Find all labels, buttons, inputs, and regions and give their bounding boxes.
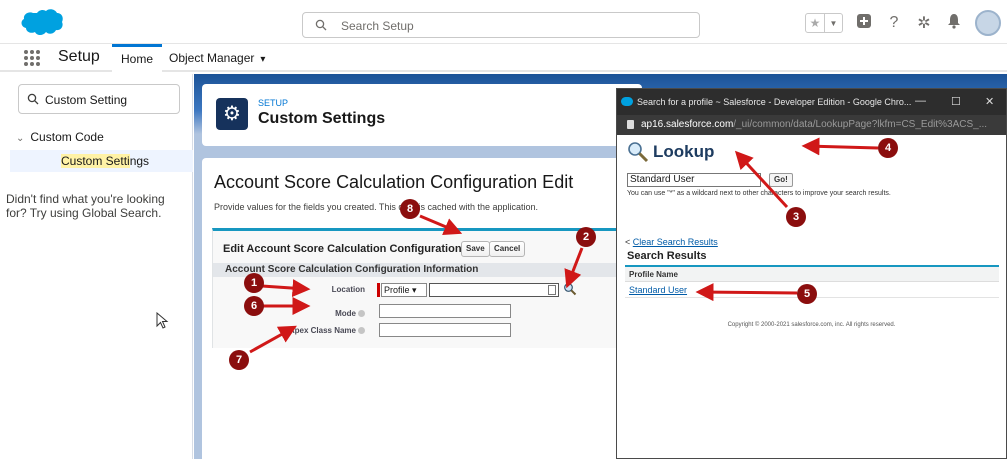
- search-placeholder: Search Setup: [341, 19, 414, 33]
- save-button[interactable]: Save: [461, 241, 490, 257]
- lookup-title: Lookup: [653, 142, 715, 161]
- annotation-badge-1: 1: [244, 273, 264, 293]
- setup-gear-icon[interactable]: ✲: [915, 13, 933, 33]
- favorites-star-icon[interactable]: ★: [806, 14, 824, 32]
- mouse-cursor-icon: [156, 312, 169, 329]
- help-icon[interactable]: ?: [885, 14, 903, 32]
- apex-class-label: Apex Class Name: [265, 326, 365, 335]
- column-header-profile-name: Profile Name: [625, 267, 999, 282]
- page-title: Custom Settings: [258, 110, 386, 127]
- setup-page-header: ⚙ SETUP Custom Settings: [202, 84, 642, 146]
- location-type-value: Profile: [384, 285, 410, 295]
- annotation-badge-8: 8: [400, 199, 420, 219]
- edit-block: Edit Account Score Calculation Configura…: [212, 228, 643, 348]
- setup-sidebar: Custom Setting ⌄ Custom Code Custom Setti…: [0, 74, 193, 459]
- url-path: /_ui/common/data/LookupPage?lkfm=CS_Edit…: [733, 119, 988, 130]
- annotation-badge-3: 3: [786, 207, 806, 227]
- header-utility-icons: ★ ▼ ? ✲: [805, 10, 1001, 36]
- location-type-select[interactable]: Profile ▾: [381, 283, 427, 297]
- popup-window-title: Search for a profile ~ Salesforce - Deve…: [637, 97, 912, 107]
- favorites-group: ★ ▼: [805, 13, 843, 33]
- tree-node-custom-code[interactable]: ⌄ Custom Code: [16, 130, 104, 144]
- clear-prefix: <: [625, 237, 633, 247]
- edit-content-card: Account Score Calculation Configuration …: [202, 158, 643, 459]
- help-info-icon[interactable]: [358, 310, 365, 318]
- highlight-match: Custom Setti: [61, 154, 130, 168]
- favorites-list-icon[interactable]: ▼: [824, 14, 842, 32]
- tab-object-manager-label: Object Manager: [169, 51, 255, 65]
- search-results-title: Search Results: [627, 250, 707, 262]
- edit-page-description: Provide values for the fields you create…: [214, 202, 539, 212]
- salesforce-logo[interactable]: [18, 8, 64, 38]
- app-navigation-bar: Setup Home Object Manager ▾: [0, 44, 1007, 72]
- clear-search-results-link[interactable]: Clear Search Results: [633, 237, 718, 247]
- notifications-bell-icon[interactable]: [945, 13, 963, 34]
- clear-results: < Clear Search Results: [625, 237, 718, 247]
- section-title: Account Score Calculation Configuration …: [225, 264, 479, 275]
- cancel-button[interactable]: Cancel: [489, 241, 526, 257]
- quick-find-value: Custom Setting: [45, 93, 128, 107]
- apex-class-name-input[interactable]: [379, 323, 511, 337]
- global-header: Search Setup ★ ▼ ? ✲: [0, 0, 1007, 44]
- edit-page-heading: Account Score Calculation Configuration …: [214, 172, 574, 192]
- location-label: Location: [331, 285, 365, 294]
- mode-input[interactable]: [379, 304, 511, 318]
- required-indicator: [377, 283, 380, 297]
- lookup-magnifier-icon: [628, 142, 649, 163]
- close-button[interactable]: ✕: [985, 95, 994, 108]
- annotation-badge-6: 6: [244, 296, 264, 316]
- tree-node-label: Custom Code: [30, 130, 104, 144]
- annotation-badge-4: 4: [878, 138, 898, 158]
- help-info-icon[interactable]: [358, 327, 365, 335]
- setup-kicker: SETUP: [258, 98, 289, 108]
- url-domain: ap16.salesforce.com: [641, 119, 734, 130]
- apex-class-label-text: Apex Class Name: [288, 326, 356, 335]
- global-search-input[interactable]: Search Setup: [302, 12, 700, 38]
- mode-label: Mode: [265, 309, 365, 318]
- lookup-field-icon: [548, 285, 556, 295]
- tab-home[interactable]: Home: [112, 44, 163, 72]
- salesforce-favicon: [621, 97, 633, 106]
- gear-icon: ⚙: [216, 98, 248, 130]
- lookup-search-input[interactable]: Standard User: [627, 173, 761, 187]
- location-input[interactable]: [429, 283, 559, 297]
- copyright-text: Copyright © 2000-2021 salesforce.com, in…: [727, 322, 896, 328]
- chevron-down-icon[interactable]: ▾: [260, 54, 265, 65]
- quick-find-input[interactable]: Custom Setting: [18, 84, 180, 114]
- go-button[interactable]: Go!: [769, 173, 793, 187]
- search-icon: [27, 93, 39, 105]
- chevron-down-icon: ▾: [412, 285, 417, 295]
- sidebar-help-text: Didn't find what you're looking for? Try…: [6, 192, 165, 220]
- user-avatar[interactable]: [975, 10, 1001, 36]
- popup-url: ap16.salesforce.com/_ui/common/data/Look…: [641, 119, 987, 130]
- global-actions-plus-icon[interactable]: [855, 13, 873, 34]
- popup-title-bar: Search for a profile ~ Salesforce - Deve…: [617, 89, 1006, 115]
- chevron-down-icon[interactable]: ⌄: [16, 133, 24, 144]
- annotation-badge-7: 7: [229, 350, 249, 370]
- annotation-badge-2: 2: [576, 227, 596, 247]
- section-header: Account Score Calculation Configuration …: [213, 263, 643, 277]
- app-launcher-icon[interactable]: [24, 50, 40, 66]
- tree-item-custom-settings[interactable]: Custom Settings: [10, 150, 193, 172]
- lookup-magnifier-icon[interactable]: [563, 282, 577, 296]
- edit-block-title: Edit Account Score Calculation Configura…: [223, 243, 462, 255]
- maximize-button[interactable]: ☐: [951, 95, 961, 108]
- tree-item-rest: ngs: [129, 154, 150, 168]
- minimize-button[interactable]: —: [915, 95, 926, 107]
- search-icon: [315, 19, 327, 31]
- lookup-popup-window: Search for a profile ~ Salesforce - Deve…: [616, 88, 1007, 459]
- mode-label-text: Mode: [335, 309, 356, 318]
- wildcard-note: You can use "*" as a wildcard next to ot…: [627, 190, 891, 197]
- result-link-standard-user[interactable]: Standard User: [629, 285, 687, 295]
- annotation-badge-5: 5: [797, 284, 817, 304]
- lock-icon: [627, 120, 634, 129]
- popup-url-bar[interactable]: ap16.salesforce.com/_ui/common/data/Look…: [617, 115, 1006, 135]
- app-name: Setup: [58, 48, 100, 65]
- tab-object-manager[interactable]: Object Manager ▾: [160, 44, 274, 72]
